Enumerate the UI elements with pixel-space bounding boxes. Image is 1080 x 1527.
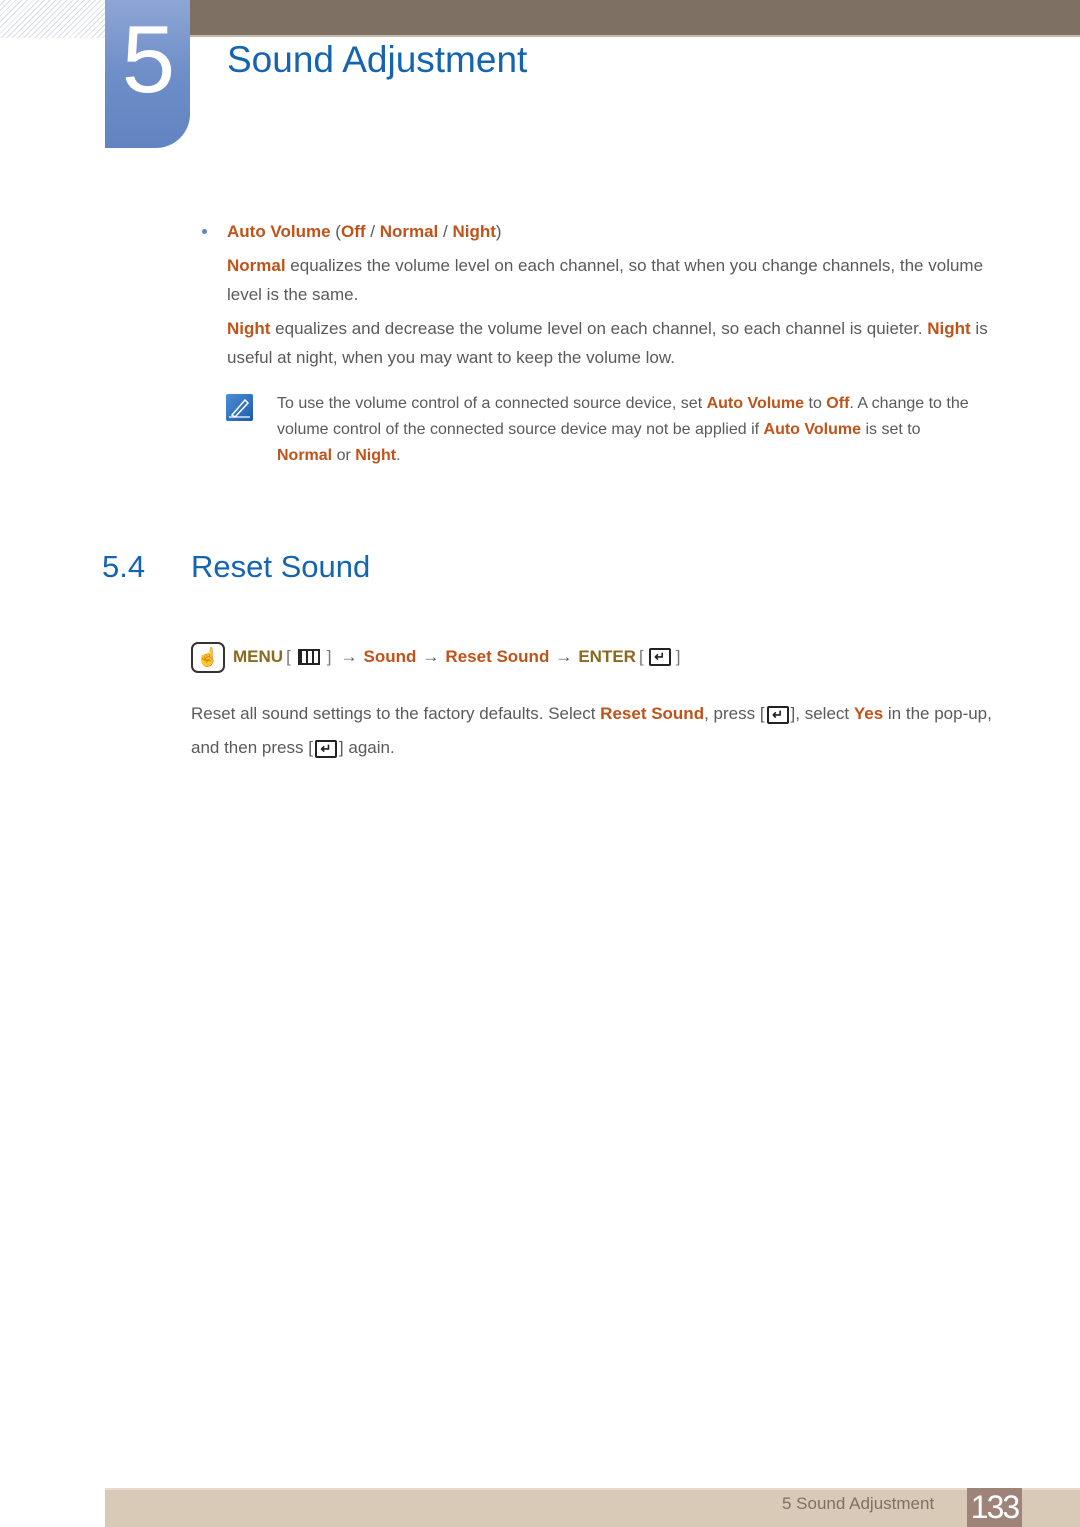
note-text-part: to (804, 395, 827, 412)
bracket-close: ] (675, 647, 681, 666)
note-highlight: Off (826, 395, 850, 412)
body-highlight-yes: Yes (853, 704, 884, 723)
menu-path: ☝ MENU [ ] → Sound → Reset Sound → ENTER… (191, 640, 683, 674)
auto-volume-label: Auto Volume (227, 222, 331, 241)
arrow-icon: → (555, 647, 573, 666)
header-hatch-decoration (0, 0, 105, 38)
bullet-icon (202, 229, 207, 234)
separator: / (365, 222, 380, 241)
arrow-icon: → (340, 647, 358, 666)
header-bar (190, 0, 1080, 37)
menu-button-icon (297, 649, 320, 665)
paren-close: ) (495, 222, 502, 241)
menu-step-sound: Sound (363, 647, 417, 666)
option-off: Off (340, 222, 366, 241)
note-text-part: To use the volume control of a connected… (277, 395, 707, 412)
chapter-number: 5 (121, 6, 175, 113)
arrow-icon: → (422, 647, 440, 666)
chapter-title: Sound Adjustment (227, 39, 528, 80)
bracket-open: [ (638, 647, 644, 666)
note-highlight: Auto Volume (706, 395, 805, 412)
enter-label: ENTER (578, 647, 636, 666)
menu-label: MENU (233, 647, 284, 666)
night-text-1: equalizes and decrease the volume level … (270, 319, 928, 338)
note-text-part: . (396, 447, 401, 464)
note-highlight: Auto Volume (763, 421, 861, 438)
note-text: To use the volume control of a connected… (277, 391, 1007, 469)
enter-button-icon: ↵ (766, 705, 789, 724)
body-text-part: , press [ (704, 704, 765, 723)
bracket-open: [ (286, 647, 291, 666)
body-highlight-reset-sound: Reset Sound (600, 704, 705, 723)
section-number: 5.4 (102, 549, 146, 584)
separator: / (438, 222, 453, 241)
page-number: 133 (967, 1488, 1022, 1527)
note-highlight: Normal (277, 447, 333, 464)
body-text-part: ], select (790, 704, 854, 723)
remote-hand-icon: ☝ (191, 641, 225, 673)
auto-volume-heading: Auto Volume (Off / Normal / Night) (227, 222, 502, 242)
footer-chapter-label: 5 Sound Adjustment (782, 1494, 935, 1513)
option-night: Night (452, 222, 496, 241)
section-title: Reset Sound (191, 549, 371, 584)
bracket-close: ] (326, 647, 332, 666)
body-text-part: ] again. (338, 738, 395, 757)
note-text-part: is set to (861, 421, 921, 438)
menu-step-reset-sound: Reset Sound (445, 647, 550, 666)
paren-open: ( (330, 222, 341, 241)
night-term-2: Night (927, 319, 971, 338)
normal-term: Normal (227, 256, 286, 275)
night-description: Night equalizes and decrease the volume … (227, 314, 1002, 372)
normal-description: Normal equalizes the volume level on eac… (227, 251, 1002, 309)
enter-button-icon: ↵ (648, 648, 671, 666)
body-text-part: Reset all sound settings to the factory … (191, 704, 601, 723)
note-highlight: Night (355, 447, 397, 464)
note-pencil-icon (226, 394, 253, 421)
note-text-part: or (332, 447, 356, 464)
night-term: Night (227, 319, 271, 338)
option-normal: Normal (379, 222, 439, 241)
normal-text: equalizes the volume level on each chann… (227, 256, 984, 304)
reset-sound-description: Reset all sound settings to the factory … (191, 697, 1006, 765)
enter-button-icon: ↵ (314, 739, 337, 758)
